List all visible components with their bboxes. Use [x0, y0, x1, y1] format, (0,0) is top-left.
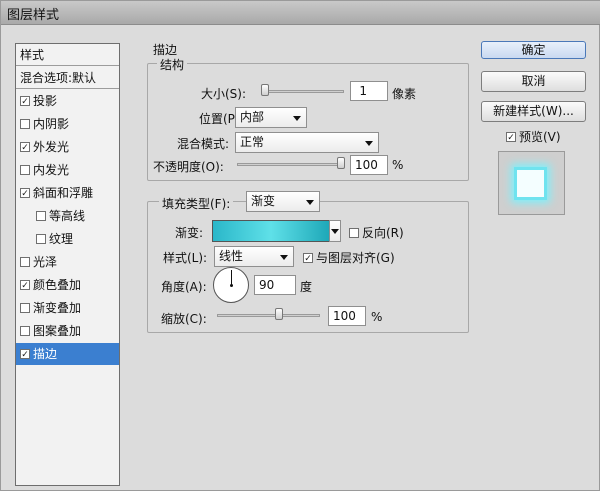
angle-field[interactable]: 90: [254, 275, 296, 295]
reverse-checkbox[interactable]: [349, 227, 359, 238]
preview-option[interactable]: 预览(V): [506, 128, 561, 145]
angle-center: [230, 284, 233, 287]
title-bar[interactable]: 图层样式: [1, 1, 600, 25]
size-slider-knob[interactable]: [261, 84, 269, 96]
style-item-checkbox[interactable]: [20, 279, 30, 290]
style-item-checkbox[interactable]: [36, 233, 46, 244]
preview-swatch: [514, 167, 547, 200]
gradient-preview[interactable]: [212, 220, 330, 242]
style-item[interactable]: 斜面和浮雕: [16, 182, 119, 204]
size-field[interactable]: 1: [350, 81, 388, 101]
size-label: 大小(S):: [201, 87, 247, 101]
style-item-label: 斜面和浮雕: [33, 186, 94, 200]
style-item[interactable]: 投影: [16, 90, 119, 112]
position-select[interactable]: 内部: [235, 107, 307, 128]
cancel-button[interactable]: 取消: [481, 71, 586, 92]
style-item-checkbox[interactable]: [36, 210, 46, 221]
scale-label: 缩放(C):: [161, 312, 207, 326]
chevron-down-icon: [306, 200, 314, 205]
position-value: 内部: [240, 110, 265, 124]
fill-type-select[interactable]: 渐变: [246, 191, 320, 212]
gradient-style-value: 线性: [219, 249, 244, 263]
chevron-down-icon: [331, 229, 339, 234]
preview-label: 预览(V): [519, 130, 561, 144]
align-with-layer-option[interactable]: 与图层对齐(G): [303, 249, 395, 266]
gradient-picker-button[interactable]: [329, 220, 341, 242]
reverse-option[interactable]: 反向(R): [349, 224, 404, 241]
angle-label: 角度(A):: [161, 280, 207, 294]
style-item-label: 光泽: [33, 255, 58, 269]
reverse-label: 反向(R): [362, 226, 404, 240]
blending-options-item[interactable]: 混合选项:默认: [16, 67, 119, 89]
style-item-label: 外发光: [33, 140, 70, 154]
style-item[interactable]: 内发光: [16, 159, 119, 181]
style-item-label: 描边: [33, 347, 58, 361]
opacity-label: 不透明度(O):: [153, 160, 224, 174]
blend-mode-value: 正常: [240, 135, 265, 149]
fill-type-value: 渐变: [251, 194, 276, 208]
styles-list: 样式 混合选项:默认 投影内阴影外发光内发光斜面和浮雕等高线纹理光泽颜色叠加渐变…: [15, 43, 120, 486]
style-preview-thumbnail: [498, 151, 565, 215]
structure-group-title: 结构: [157, 56, 188, 73]
style-item-label: 颜色叠加: [33, 278, 82, 292]
blend-mode-label: 混合模式:: [177, 137, 230, 151]
scale-unit: %: [371, 310, 383, 324]
opacity-field[interactable]: 100: [350, 155, 388, 175]
style-item-checkbox[interactable]: [20, 187, 30, 198]
style-item-label: 投影: [33, 94, 58, 108]
layer-style-dialog: 图层样式 样式 混合选项:默认 投影内阴影外发光内发光斜面和浮雕等高线纹理光泽颜…: [0, 0, 600, 491]
style-item-checkbox[interactable]: [20, 95, 30, 106]
style-item-checkbox[interactable]: [20, 164, 30, 175]
gradient-style-select[interactable]: 线性: [214, 246, 294, 267]
chevron-down-icon: [280, 255, 288, 260]
scale-field[interactable]: 100: [328, 306, 366, 326]
style-item-checkbox[interactable]: [20, 256, 30, 267]
chevron-down-icon: [365, 141, 373, 146]
preview-checkbox[interactable]: [506, 131, 516, 142]
style-item-checkbox[interactable]: [20, 141, 30, 152]
style-item-label: 内阴影: [33, 117, 70, 131]
chevron-down-icon: [293, 116, 301, 121]
styles-header[interactable]: 样式: [16, 44, 119, 66]
angle-unit: 度: [300, 280, 313, 294]
style-item-label: 渐变叠加: [33, 301, 82, 315]
scale-slider-track[interactable]: [217, 314, 320, 317]
style-item[interactable]: 图案叠加: [16, 320, 119, 342]
gradient-label: 渐变:: [175, 226, 204, 240]
style-item-label: 内发光: [33, 163, 70, 177]
opacity-slider-track[interactable]: [237, 163, 345, 166]
style-item[interactable]: 光泽: [16, 251, 119, 273]
new-style-button[interactable]: 新建样式(W)...: [481, 101, 586, 122]
style-item-label: 等高线: [49, 209, 86, 223]
style-item[interactable]: 渐变叠加: [16, 297, 119, 319]
style-item-checkbox[interactable]: [20, 302, 30, 313]
align-with-layer-label: 与图层对齐(G): [316, 251, 395, 265]
fill-type-label: 填充类型(F):: [159, 195, 234, 212]
style-item-label: 纹理: [49, 232, 74, 246]
style-item[interactable]: 等高线: [16, 205, 119, 227]
opacity-slider-knob[interactable]: [337, 157, 345, 169]
opacity-unit: %: [392, 158, 404, 172]
style-item[interactable]: 颜色叠加: [16, 274, 119, 296]
scale-slider-knob[interactable]: [275, 308, 283, 320]
style-item[interactable]: 外发光: [16, 136, 119, 158]
style-label: 样式(L):: [163, 251, 208, 265]
angle-dial[interactable]: [213, 267, 249, 303]
style-item[interactable]: 纹理: [16, 228, 119, 250]
style-item-checkbox[interactable]: [20, 348, 30, 359]
style-item-checkbox[interactable]: [20, 118, 30, 129]
style-item-checkbox[interactable]: [20, 325, 30, 336]
align-with-layer-checkbox[interactable]: [303, 252, 313, 263]
window-title: 图层样式: [7, 8, 60, 23]
size-slider-track[interactable]: [264, 90, 344, 93]
size-unit: 像素: [392, 87, 417, 101]
style-item[interactable]: 内阴影: [16, 113, 119, 135]
ok-button[interactable]: 确定: [481, 41, 586, 59]
blend-mode-select[interactable]: 正常: [235, 132, 379, 153]
style-item[interactable]: 描边: [16, 343, 119, 365]
style-item-label: 图案叠加: [33, 324, 82, 338]
